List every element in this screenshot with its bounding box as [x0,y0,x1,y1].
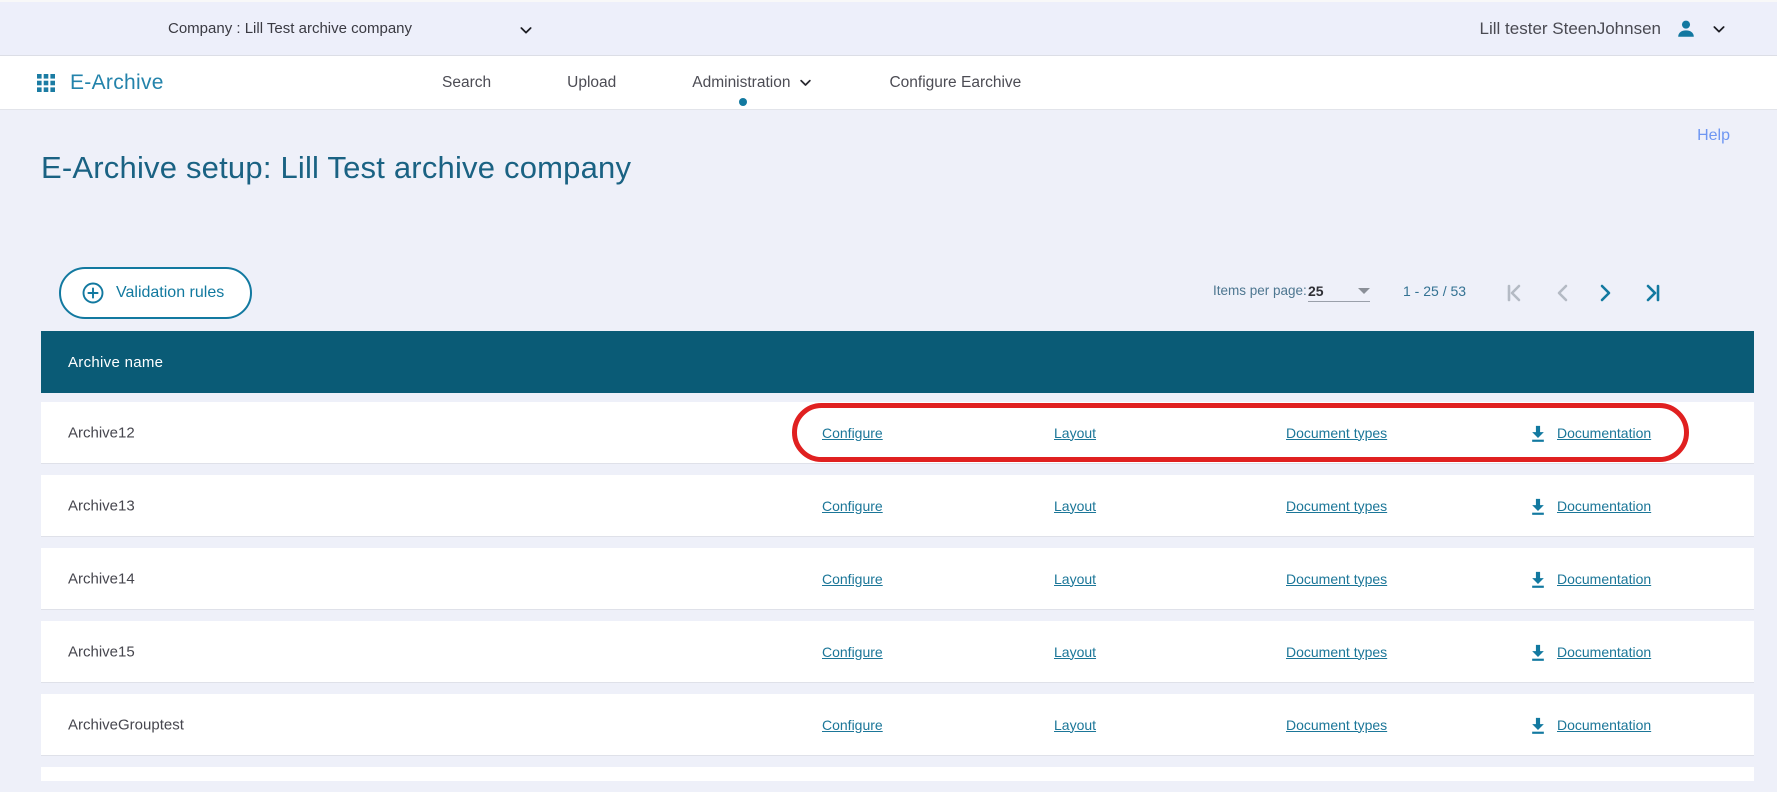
chevron-down-icon [518,22,534,38]
link-label: Document types [1286,498,1387,514]
table-header: Archive name [41,331,1754,393]
table-row: Archive14 Configure Layout Document type… [41,548,1754,610]
column-header-archive-name: Archive name [68,354,163,371]
document-types-link[interactable]: Document types [1286,425,1387,441]
plus-circle-icon [81,281,105,305]
company-selector[interactable]: Company : Lill Test archive company [168,2,548,55]
last-page-button[interactable] [1637,278,1667,308]
download-icon [1528,569,1548,589]
first-page-button[interactable] [1500,278,1530,308]
table-row: Archive12 Configure Layout Document type… [41,402,1754,464]
chevron-down-icon [1711,21,1727,37]
previous-page-button[interactable] [1548,278,1578,308]
configure-link[interactable]: Configure [822,425,883,441]
archive-name: ArchiveGrouptest [68,716,184,733]
items-per-page-label: Items per page: [1213,283,1307,298]
nav-item-search[interactable]: Search [442,56,491,109]
link-label: Configure [822,425,883,441]
dropdown-arrow-icon [1358,288,1370,294]
document-types-link[interactable]: Document types [1286,571,1387,587]
link-label: Documentation [1557,644,1651,660]
documentation-link[interactable]: Documentation [1528,423,1651,443]
document-types-link[interactable]: Document types [1286,644,1387,660]
nav-item-label: Configure Earchive [889,74,1021,92]
archive-name: Archive12 [68,424,135,441]
page: Company : Lill Test archive company Lill… [0,0,1777,781]
table-row [41,767,1754,781]
items-per-page-value: 25 [1308,283,1324,299]
user-avatar-icon [1675,18,1697,40]
next-page-button[interactable] [1590,278,1620,308]
link-label: Layout [1054,425,1096,441]
layout-link[interactable]: Layout [1054,571,1096,587]
documentation-link[interactable]: Documentation [1528,496,1651,516]
layout-link[interactable]: Layout [1054,717,1096,733]
user-menu[interactable]: Lill tester SteenJohnsen [1480,2,1727,55]
page-range-label: 1 - 25 / 53 [1403,283,1466,299]
link-label: Documentation [1557,498,1651,514]
documentation-link[interactable]: Documentation [1528,642,1651,662]
table-row: ArchiveGrouptest Configure Layout Docume… [41,694,1754,756]
link-label: Documentation [1557,571,1651,587]
layout-link[interactable]: Layout [1054,425,1096,441]
link-label: Layout [1054,644,1096,660]
configure-link[interactable]: Configure [822,571,883,587]
nav-bar: E-Archive Search Upload Administration C… [0,56,1777,110]
documentation-link[interactable]: Documentation [1528,715,1651,735]
apps-grid-icon [37,74,55,92]
link-label: Layout [1054,571,1096,587]
archive-name: Archive13 [68,497,135,514]
chevron-down-icon [798,75,813,90]
nav-items: Search Upload Administration Configure E… [442,56,1021,109]
layout-link[interactable]: Layout [1054,498,1096,514]
link-label: Document types [1286,425,1387,441]
items-per-page-select[interactable]: 25 [1308,280,1370,302]
archive-name: Archive15 [68,643,135,660]
brand-name: E-Archive [70,71,164,95]
table-row: Archive13 Configure Layout Document type… [41,475,1754,537]
link-label: Documentation [1557,425,1651,441]
download-icon [1528,642,1548,662]
table-row: Archive15 Configure Layout Document type… [41,621,1754,683]
active-tab-dot [739,98,747,106]
page-title: E-Archive setup: Lill Test archive compa… [41,150,631,186]
link-label: Configure [822,571,883,587]
link-label: Documentation [1557,717,1651,733]
link-label: Configure [822,498,883,514]
download-icon [1528,715,1548,735]
top-bar: Company : Lill Test archive company Lill… [0,0,1777,56]
link-label: Configure [822,717,883,733]
validation-rules-button[interactable]: Validation rules [59,267,252,319]
link-label: Layout [1054,498,1096,514]
link-label: Document types [1286,717,1387,733]
download-icon [1528,423,1548,443]
link-label: Configure [822,644,883,660]
nav-item-administration[interactable]: Administration [692,56,813,109]
layout-link[interactable]: Layout [1054,644,1096,660]
configure-link[interactable]: Configure [822,644,883,660]
nav-item-upload[interactable]: Upload [567,56,616,109]
documentation-link[interactable]: Documentation [1528,569,1651,589]
company-selector-label: Company : Lill Test archive company [168,20,412,37]
link-label: Document types [1286,571,1387,587]
document-types-link[interactable]: Document types [1286,717,1387,733]
nav-item-label: Upload [567,74,616,92]
link-label: Document types [1286,644,1387,660]
configure-link[interactable]: Configure [822,498,883,514]
archive-table: Archive name Archive12 Configure Layout … [41,331,1754,792]
help-link[interactable]: Help [1697,127,1730,145]
download-icon [1528,496,1548,516]
nav-item-label: Search [442,74,491,92]
nav-item-label: Administration [692,74,790,92]
document-types-link[interactable]: Document types [1286,498,1387,514]
configure-link[interactable]: Configure [822,717,883,733]
validation-rules-label: Validation rules [116,284,224,302]
archive-name: Archive14 [68,570,135,587]
nav-item-configure-earchive[interactable]: Configure Earchive [889,56,1021,109]
link-label: Layout [1054,717,1096,733]
user-name: Lill tester SteenJohnsen [1480,19,1661,39]
brand-logo[interactable]: E-Archive [37,56,164,109]
